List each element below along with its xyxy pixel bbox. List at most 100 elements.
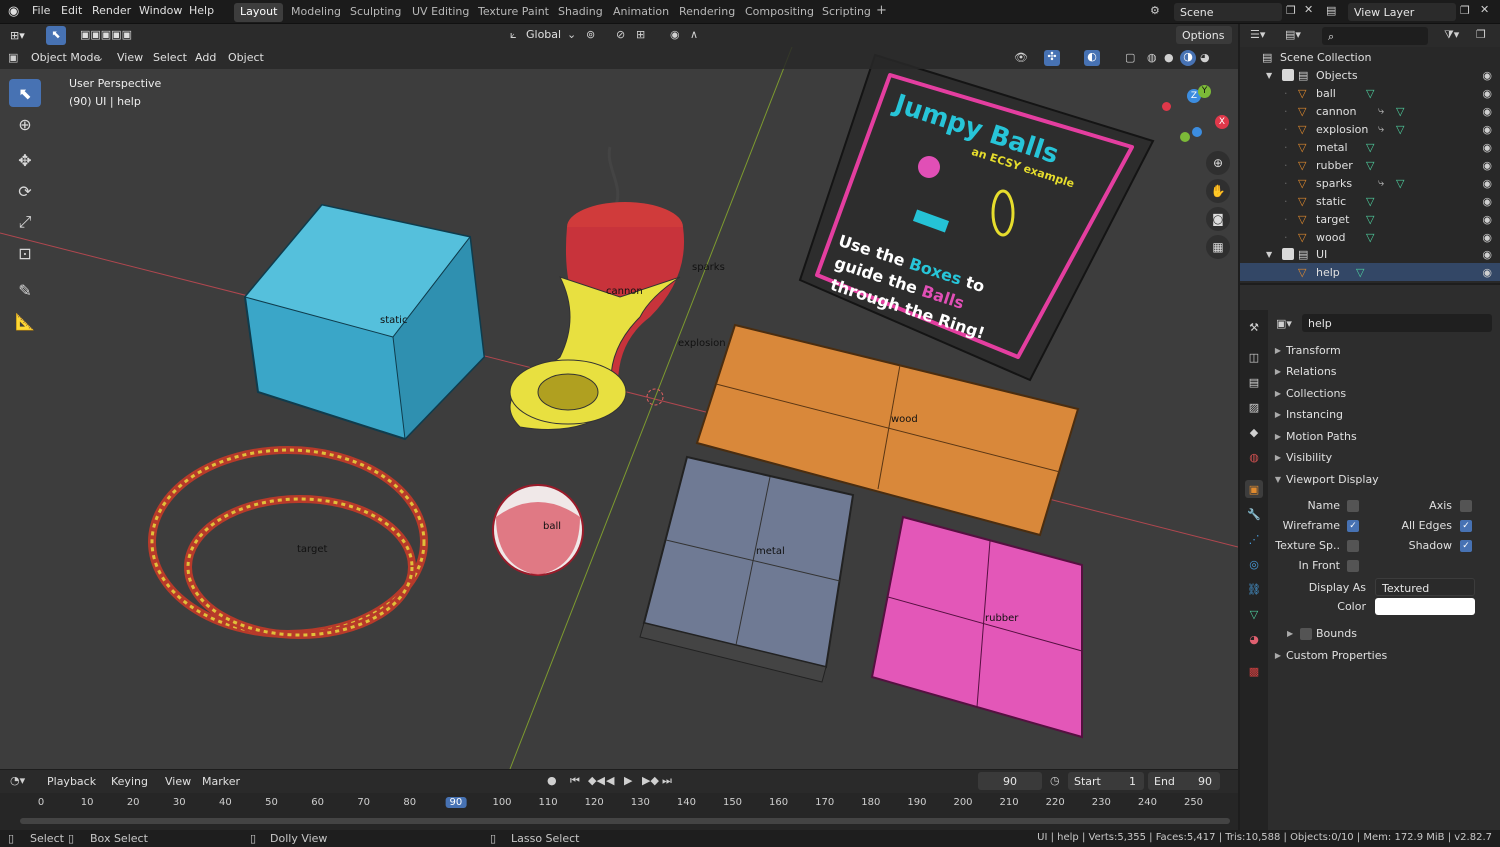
next-keyframe-icon[interactable]: ▶◆ [642, 774, 659, 787]
object-name-field[interactable]: help [1302, 314, 1492, 332]
solid-shading-icon[interactable]: ● [1164, 51, 1174, 64]
visibility-icon[interactable]: 👁 [1014, 51, 1028, 64]
menu-playback[interactable]: Playback [47, 775, 96, 788]
orientation-dropdown[interactable]: Global [526, 28, 561, 41]
gizmo-neg-x[interactable] [1162, 102, 1171, 111]
menu-window[interactable]: Window [139, 4, 182, 17]
display-mode-icon[interactable]: ▤▾ [1285, 28, 1301, 41]
select-box-tool[interactable]: ⬉ [9, 79, 41, 107]
mesh-data-icon[interactable]: ▽ [1356, 266, 1364, 279]
tab-rendering[interactable]: Rendering [673, 3, 741, 22]
mesh-data-icon[interactable]: ▽ [1366, 159, 1374, 172]
viewport-3d[interactable]: User Perspective (90) UI | help static c… [0, 47, 1238, 769]
render-tab-icon[interactable]: ◫ [1245, 348, 1263, 366]
wireframe-checkbox[interactable]: ✓ [1347, 520, 1359, 532]
data-tab-icon[interactable]: ▽ [1245, 605, 1263, 623]
close-icon[interactable]: ✕ [1304, 3, 1313, 16]
orientation-icon[interactable]: ⟀ [510, 28, 517, 42]
grid-icon[interactable]: ▦ [1206, 235, 1230, 259]
output-tab-icon[interactable]: ▤ [1245, 373, 1263, 391]
panel-instancing[interactable]: ▶ Instancing [1270, 404, 1496, 425]
modifier-link-icon[interactable]: ⤷ [1378, 104, 1384, 118]
close-icon[interactable]: ✕ [1480, 3, 1489, 16]
modifier-link-icon[interactable]: ⤷ [1378, 122, 1384, 136]
snap-target-icon[interactable]: ⊞ [636, 28, 645, 41]
gizmo-neg-y[interactable] [1180, 132, 1190, 142]
panel-viewport-display[interactable]: ▼ Viewport Display [1270, 469, 1496, 490]
menu-file[interactable]: File [32, 4, 50, 17]
outliner-row-sparks[interactable]: · ▽ sparks ⤷ ▽ ◉ [1240, 174, 1500, 192]
move-tool[interactable]: ✥ [9, 146, 41, 174]
world-tab-icon[interactable]: ◍ [1245, 448, 1263, 466]
camera-icon[interactable]: ◙ [1206, 207, 1230, 231]
jump-start-icon[interactable]: ⏮ [570, 774, 580, 788]
physics-tab-icon[interactable]: ◎ [1245, 555, 1263, 573]
options-dropdown[interactable]: Options [1176, 26, 1232, 44]
color-swatch[interactable] [1375, 598, 1475, 615]
eye-icon[interactable]: ◉ [1482, 213, 1492, 226]
modifier-link-icon[interactable]: ⤷ [1378, 176, 1384, 190]
outliner-row[interactable]: ▤ Scene Collection [1240, 48, 1500, 66]
timeline-scrollbar[interactable] [20, 818, 1230, 824]
menu-view[interactable]: View [117, 51, 143, 64]
chevron-down-icon[interactable]: ▼ [1266, 71, 1272, 80]
panel-collections[interactable]: ▶ Collections [1270, 383, 1496, 404]
gizmo-toggle-icon[interactable]: ✣ [1044, 50, 1060, 66]
mesh-data-icon[interactable]: ▽ [1396, 105, 1404, 118]
material-shading-icon[interactable]: ◑ [1180, 50, 1196, 66]
scene-tab-icon[interactable]: ◆ [1245, 423, 1263, 441]
tab-modeling[interactable]: Modeling [285, 3, 347, 22]
constraints-tab-icon[interactable]: ⛓ [1245, 580, 1263, 598]
selection-mode-icons[interactable]: ▣▣▣▣▣ [80, 28, 132, 41]
rotate-tool[interactable]: ⟳ [9, 177, 41, 205]
outliner-row[interactable]: ▼ ▤ Objects ◉ [1240, 66, 1500, 84]
scene-field[interactable]: Scene [1174, 3, 1282, 21]
outliner-search-input[interactable]: ⌕ [1322, 27, 1428, 45]
scale-tool[interactable]: ⤢ [9, 208, 41, 236]
checkbox-icon[interactable] [1282, 248, 1294, 260]
eye-icon[interactable]: ◉ [1482, 195, 1492, 208]
mesh-data-icon[interactable]: ▽ [1366, 141, 1374, 154]
mesh-data-icon[interactable]: ▽ [1396, 177, 1404, 190]
chevron-right-icon[interactable]: ▶ [1287, 629, 1293, 638]
tab-shading[interactable]: Shading [552, 3, 609, 22]
menu-select[interactable]: Select [153, 51, 187, 64]
checkbox-icon[interactable] [1282, 69, 1294, 81]
modifier-tab-icon[interactable]: 🔧 [1245, 505, 1263, 523]
record-icon[interactable]: ● [547, 774, 557, 787]
outliner-row-ball[interactable]: · ▽ ball ▽ ◉ [1240, 84, 1500, 102]
transform-tool[interactable]: ⊡ [9, 239, 41, 267]
tab-compositing[interactable]: Compositing [739, 3, 820, 22]
menu-object[interactable]: Object [228, 51, 264, 64]
eye-icon[interactable]: ◉ [1482, 231, 1492, 244]
tool-tab-icon[interactable]: ⚒ [1245, 318, 1263, 336]
view-layer-icon[interactable]: ▤ [1326, 4, 1336, 17]
start-frame-field[interactable]: Start 1 [1068, 772, 1144, 790]
particles-tab-icon[interactable]: ⋰ [1245, 530, 1263, 548]
editor-type-icon[interactable]: ⊞▾ [10, 29, 25, 42]
copy-icon[interactable]: ❐ [1286, 4, 1296, 17]
zoom-icon[interactable]: ⊕ [1206, 151, 1230, 175]
view-layer-field[interactable]: View Layer [1348, 3, 1456, 21]
view-layer-tab-icon[interactable]: ▨ [1245, 398, 1263, 416]
rendered-shading-icon[interactable]: ◕ [1200, 51, 1210, 64]
eye-icon[interactable]: ◉ [1482, 266, 1492, 279]
eye-icon[interactable]: ◉ [1482, 248, 1492, 261]
current-frame-field[interactable]: 90 [978, 772, 1042, 790]
name-checkbox[interactable] [1347, 500, 1359, 512]
panel-custom-properties[interactable]: ▶ Custom Properties [1270, 645, 1496, 666]
texture-space-checkbox[interactable] [1347, 540, 1359, 552]
outliner-row-static[interactable]: · ▽ static ▽ ◉ [1240, 192, 1500, 210]
tab-layout[interactable]: Layout [234, 3, 284, 22]
mode-dropdown[interactable]: Object Mode [31, 51, 100, 64]
wireframe-shading-icon[interactable]: ◍ [1147, 51, 1157, 64]
tab-sculpting[interactable]: Sculpting [344, 3, 407, 22]
menu-keying[interactable]: Keying [111, 775, 148, 788]
outliner-row-rubber[interactable]: · ▽ rubber ▽ ◉ [1240, 156, 1500, 174]
add-workspace-button[interactable]: + [870, 1, 893, 20]
select-tool-icon[interactable]: ⬉ [46, 26, 66, 45]
outliner-row-wood[interactable]: · ▽ wood ▽ ◉ [1240, 228, 1500, 246]
gizmo-neg-z[interactable] [1192, 127, 1202, 137]
snap-icon[interactable]: ⊘ [616, 28, 625, 41]
mesh-data-icon[interactable]: ▽ [1366, 195, 1374, 208]
